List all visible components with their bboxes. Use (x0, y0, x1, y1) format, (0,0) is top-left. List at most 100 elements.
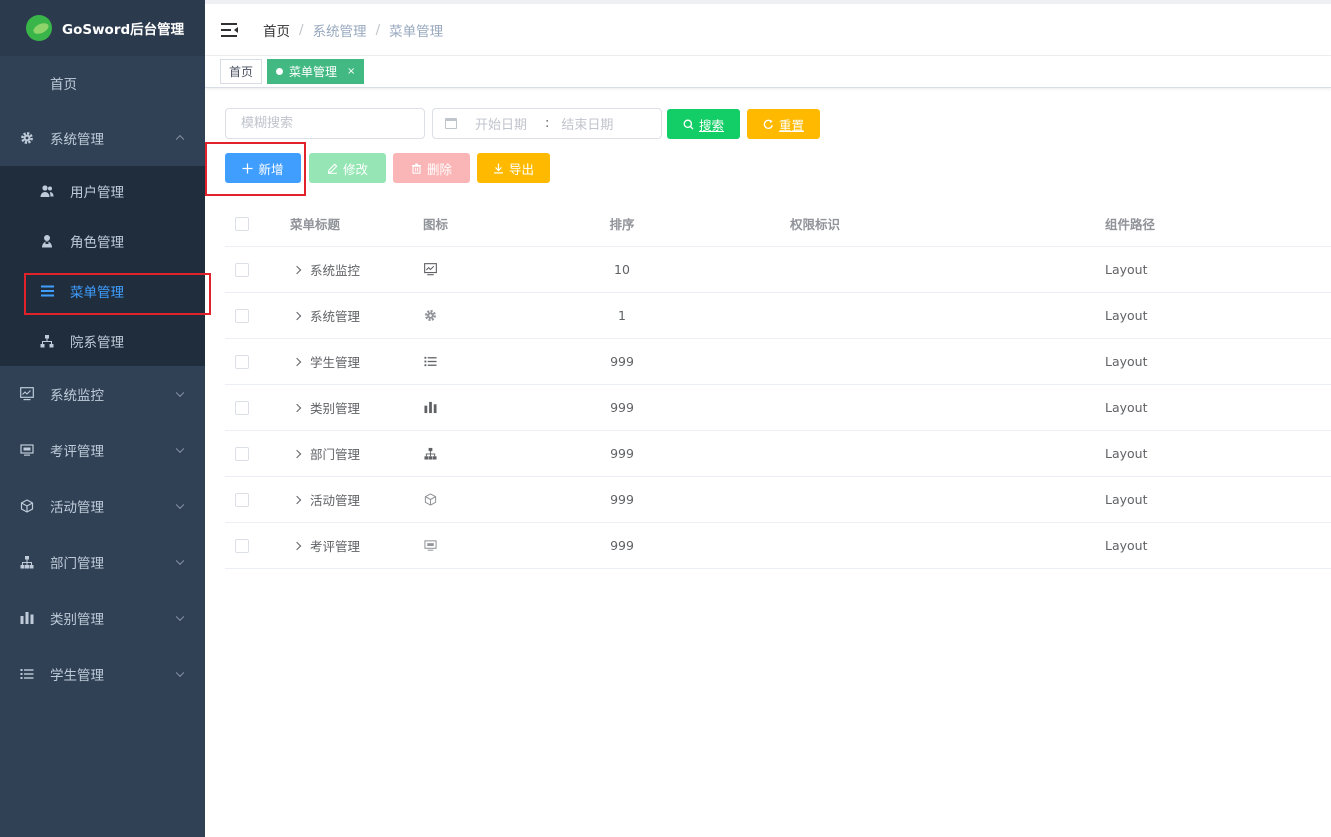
expand-arrow-icon[interactable] (292, 495, 302, 504)
row-checkbox[interactable] (235, 538, 249, 553)
select-all-checkbox[interactable] (235, 216, 249, 231)
reset-button[interactable]: 重置 (747, 109, 820, 139)
expand-arrow-icon[interactable] (292, 357, 302, 366)
expand-arrow-icon[interactable] (292, 541, 302, 550)
leaf-logo-icon (26, 15, 52, 41)
export-button[interactable]: 导出 (477, 153, 550, 183)
row-checkbox[interactable] (235, 262, 249, 277)
table-row[interactable]: 系统监控 10 Layout (225, 247, 1331, 293)
role-icon (40, 234, 54, 248)
row-title: 考评管理 (310, 539, 361, 554)
row-component: Layout (1105, 400, 1148, 415)
sidebar-item-evaluation[interactable]: 考评管理 (0, 422, 205, 478)
sidebar-item-home[interactable]: 首页 (0, 56, 205, 110)
hamburger-icon[interactable] (221, 22, 239, 38)
screen-icon (20, 443, 34, 457)
sidebar-item-label: 系统监控 (50, 388, 104, 404)
sidebar-item-dept-admin[interactable]: 部门管理 (0, 534, 205, 590)
list-icon (20, 667, 34, 681)
sidebar-item-users[interactable]: 用户管理 (0, 166, 205, 216)
sidebar-item-system-admin[interactable]: 系统管理 (0, 110, 205, 166)
table-row[interactable]: 学生管理 999 Layout (225, 339, 1331, 385)
menu-table: 菜单标题 图标 排序 权限标识 组件路径 系统监控 10 Layout 系统管理… (225, 201, 1331, 569)
table-row[interactable]: 考评管理 999 Layout (225, 523, 1331, 569)
expand-arrow-icon[interactable] (292, 311, 302, 320)
row-order: 999 (610, 538, 634, 553)
column-header-icon: 图标 (423, 217, 449, 232)
row-checkbox[interactable] (235, 446, 249, 461)
sidebar-item-roles[interactable]: 角色管理 (0, 216, 205, 266)
sidebar-item-categories[interactable]: 类别管理 (0, 590, 205, 646)
calendar-icon (445, 118, 457, 129)
table-row[interactable]: 系统管理 1 Layout (225, 293, 1331, 339)
sidebar-item-label: 考评管理 (50, 444, 104, 460)
breadcrumb-system-admin: 系统管理 (312, 23, 367, 40)
row-checkbox[interactable] (235, 400, 249, 415)
row-checkbox[interactable] (235, 354, 249, 369)
table-row[interactable]: 部门管理 999 Layout (225, 431, 1331, 477)
table-row[interactable]: 活动管理 999 Layout (225, 477, 1331, 523)
logo[interactable]: GoSword后台管理 (0, 0, 205, 56)
row-component: Layout (1105, 538, 1148, 553)
active-dot-icon (276, 68, 283, 75)
chevron-up-icon (175, 134, 185, 144)
app-title: GoSword后台管理 (62, 22, 185, 38)
breadcrumb-home[interactable]: 首页 (263, 20, 290, 40)
sidebar-item-label: 部门管理 (50, 556, 104, 572)
date-range-picker[interactable]: 开始日期 : 结束日期 (432, 108, 662, 139)
expand-arrow-icon[interactable] (292, 265, 302, 274)
breadcrumb: 首页 / 系统管理 / 菜单管理 (263, 20, 443, 40)
trash-icon (411, 163, 422, 174)
end-date-input[interactable]: 结束日期 (561, 114, 613, 133)
row-checkbox[interactable] (235, 308, 249, 323)
table-row[interactable]: 类别管理 999 Layout (225, 385, 1331, 431)
sidebar-item-system-monitor[interactable]: 系统监控 (0, 366, 205, 422)
tag-menu-admin[interactable]: 菜单管理 × (267, 59, 365, 84)
row-title: 类别管理 (310, 401, 361, 416)
row-title: 学生管理 (310, 355, 361, 370)
sidebar-item-departments[interactable]: 院系管理 (0, 316, 205, 366)
sidebar-item-label: 用户管理 (70, 185, 124, 201)
delete-button[interactable]: 删除 (393, 153, 470, 183)
breadcrumb-separator: / (299, 21, 304, 38)
org-icon (40, 334, 54, 348)
edit-icon (327, 163, 338, 174)
row-title: 部门管理 (310, 447, 361, 462)
chevron-down-icon (175, 388, 185, 398)
highlight-box-menu-item (24, 273, 211, 315)
expand-arrow-icon[interactable] (292, 403, 302, 412)
gear-icon (20, 131, 34, 145)
breadcrumb-separator: / (375, 21, 381, 38)
tag-home[interactable]: 首页 (220, 59, 263, 84)
refresh-icon (763, 119, 774, 130)
row-checkbox[interactable] (235, 492, 249, 507)
sidebar-item-label: 角色管理 (70, 235, 124, 251)
sidebar-item-activities[interactable]: 活动管理 (0, 478, 205, 534)
search-button[interactable]: 搜索 (667, 109, 740, 139)
row-order: 10 (614, 262, 630, 277)
sidebar-item-label: 系统管理 (50, 132, 104, 148)
chevron-down-icon (175, 668, 185, 678)
close-icon[interactable]: × (347, 66, 355, 77)
row-component: Layout (1105, 354, 1148, 369)
users-icon (40, 184, 54, 198)
monitor-icon (20, 387, 34, 401)
search-input[interactable] (225, 108, 425, 139)
row-title: 系统监控 (310, 263, 361, 278)
row-component: Layout (1105, 492, 1148, 507)
column-header-permission: 权限标识 (790, 217, 841, 232)
sidebar-item-label: 类别管理 (50, 612, 104, 628)
table-header: 菜单标题 图标 排序 权限标识 组件路径 (225, 201, 1331, 247)
sidebar-item-label: 学生管理 (50, 668, 104, 684)
download-icon (493, 163, 504, 174)
chevron-down-icon (175, 444, 185, 454)
expand-arrow-icon[interactable] (292, 449, 302, 458)
screen-icon (423, 539, 437, 553)
row-order: 999 (610, 446, 634, 461)
row-order: 999 (610, 354, 634, 369)
sidebar-item-students[interactable]: 学生管理 (0, 646, 205, 702)
bar-chart-icon (20, 611, 34, 625)
row-component: Layout (1105, 446, 1148, 461)
edit-button[interactable]: 修改 (309, 153, 386, 183)
start-date-input[interactable]: 开始日期 (475, 114, 527, 133)
